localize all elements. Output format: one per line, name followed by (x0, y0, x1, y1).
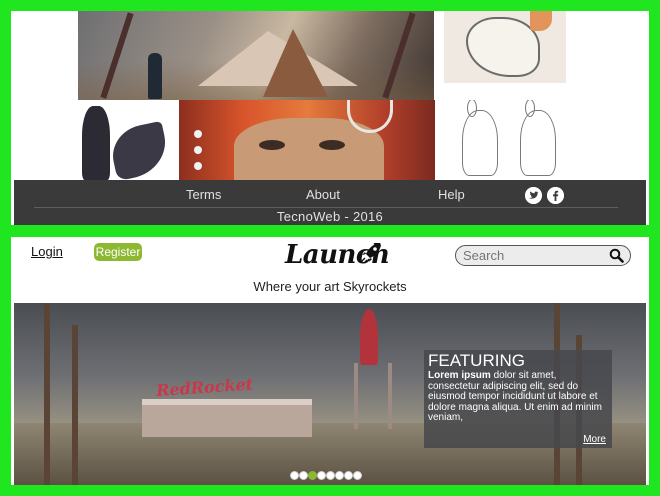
twitter-icon[interactable] (525, 187, 542, 204)
station-sign: RedRocket (155, 374, 254, 401)
gallery-image-landscape[interactable] (78, 11, 434, 100)
sketch-shape (466, 17, 540, 77)
gallery-image-character[interactable] (78, 100, 178, 180)
facebook-icon[interactable] (547, 187, 564, 204)
rabbit-sketch (520, 100, 556, 176)
slider-dot[interactable] (353, 471, 362, 480)
hero-slider[interactable]: RedRocket FEATURING Lorem ipsum dolor si… (14, 303, 646, 485)
gallery-panel: Terms About Help TecnoWeb - 2016 (11, 11, 649, 225)
slider-dot[interactable] (299, 471, 308, 480)
login-link[interactable]: Login (31, 244, 63, 259)
slider-dot[interactable] (317, 471, 326, 480)
portrait-dot (194, 162, 202, 170)
search-box[interactable] (455, 245, 631, 266)
slider-dot[interactable] (308, 471, 317, 480)
rocket-icon (360, 243, 381, 264)
featuring-box: FEATURING Lorem ipsum dolor sit amet, co… (424, 350, 612, 448)
footer-link-about[interactable]: About (306, 187, 340, 202)
tree-shape (382, 12, 416, 99)
footer-divider (34, 207, 618, 208)
portrait-eye (259, 140, 285, 150)
character-hair (107, 120, 172, 180)
featuring-text: Lorem ipsum dolor sit amet, consectetur … (428, 370, 606, 424)
portrait-eye (319, 140, 345, 150)
footer-link-help[interactable]: Help (438, 187, 465, 202)
slider-dot[interactable] (335, 471, 344, 480)
character-body (82, 106, 110, 180)
portrait-dot (194, 146, 202, 154)
figure-shape (148, 53, 162, 99)
landing-panel: Login Register Launch Where your art Sky… (11, 237, 649, 485)
featuring-lead: Lorem ipsum (428, 370, 491, 381)
slider-dot[interactable] (326, 471, 335, 480)
featuring-title: FEATURING (428, 351, 525, 370)
gallery-image-sketch[interactable] (444, 11, 566, 83)
gallery-image-rabbits[interactable] (444, 100, 566, 180)
portrait-dot (194, 130, 202, 138)
site-logo[interactable]: Launch (283, 238, 393, 278)
dead-tree (44, 303, 50, 485)
register-button[interactable]: Register (94, 243, 142, 261)
rabbit-sketch (462, 100, 498, 176)
gallery-image-portrait[interactable] (179, 100, 435, 180)
tent-shape (263, 29, 328, 97)
more-link[interactable]: More (583, 434, 606, 445)
tagline: Where your art Skyrockets (253, 279, 407, 294)
search-icon[interactable] (609, 248, 624, 263)
rocket-pylon (354, 363, 392, 429)
footer-link-terms[interactable]: Terms (186, 187, 221, 202)
gas-station-shape (142, 399, 312, 437)
rocket-tower (360, 309, 378, 365)
site-footer: Terms About Help TecnoWeb - 2016 (14, 180, 646, 225)
slider-dot[interactable] (290, 471, 299, 480)
dead-tree (72, 325, 78, 485)
sketch-ear (530, 11, 552, 31)
footer-copyright: TecnoWeb - 2016 (276, 209, 384, 224)
tree-shape (100, 12, 134, 99)
search-input[interactable] (463, 247, 603, 264)
slider-dot[interactable] (344, 471, 353, 480)
